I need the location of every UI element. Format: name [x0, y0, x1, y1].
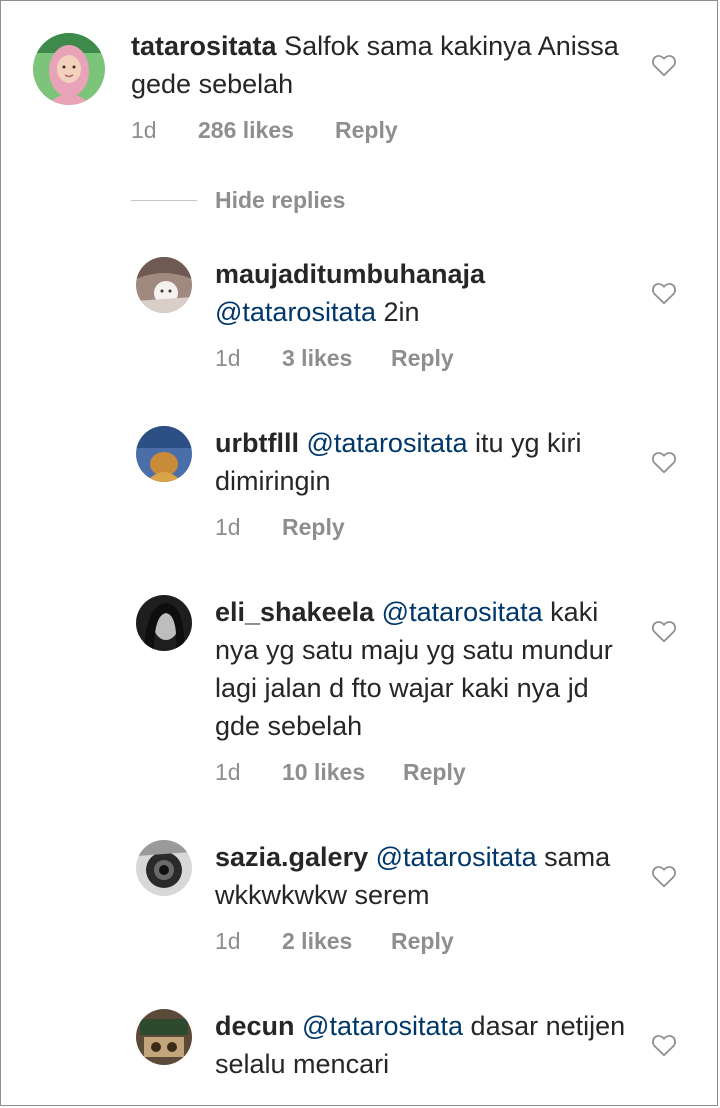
avatar[interactable] — [136, 840, 192, 896]
mention-link[interactable]: @tatarositata — [307, 428, 468, 458]
heart-icon[interactable] — [651, 450, 677, 474]
comment-username[interactable]: sazia.galery — [215, 842, 368, 872]
heart-icon[interactable] — [651, 619, 677, 643]
avatar[interactable] — [136, 426, 192, 482]
comment-body: 2in — [383, 297, 420, 327]
comment-time: 1d — [215, 514, 241, 540]
comment-text: decun @tatarositata dasar netijen selalu… — [215, 1007, 635, 1083]
comment-likes[interactable]: 2 likes — [282, 928, 391, 955]
comment-text: urbtflll @tatarositata itu yg kiri dimir… — [215, 424, 635, 500]
comment-meta: 1d 2 likes Reply — [215, 928, 454, 955]
reply-button[interactable]: Reply — [391, 928, 454, 955]
mention-link[interactable]: @tatarositata — [376, 842, 537, 872]
comment-username[interactable]: decun — [215, 1011, 295, 1041]
comment-username[interactable]: eli_shakeela — [215, 597, 374, 627]
comment-username[interactable]: tatarositata — [131, 31, 277, 61]
reply-button[interactable]: Reply — [335, 117, 398, 144]
avatar[interactable] — [136, 257, 192, 313]
comment-time: 1d — [131, 117, 157, 143]
comment-time: 1d — [215, 759, 241, 785]
comment-text: tatarositata Salfok sama kakinya Anissa … — [131, 27, 631, 103]
comment-username[interactable]: maujaditumbuhanaja — [215, 259, 485, 289]
comment-text: maujaditumbuhanaja @tatarositata 2in — [215, 255, 635, 331]
comment-time: 1d — [215, 345, 241, 371]
reply-button[interactable]: Reply — [282, 514, 345, 541]
divider-line — [131, 200, 197, 201]
comment-time: 1d — [215, 928, 241, 954]
mention-link[interactable]: @tatarositata — [302, 1011, 463, 1041]
comment-likes[interactable]: 286 likes — [198, 117, 335, 144]
comment-text: sazia.galery @tatarositata sama wkkwkwkw… — [215, 838, 635, 914]
comment-likes[interactable]: 3 likes — [282, 345, 391, 372]
mention-link[interactable]: @tatarositata — [215, 297, 376, 327]
heart-icon[interactable] — [651, 281, 677, 305]
mention-link[interactable]: @tatarositata — [382, 597, 543, 627]
comment-username[interactable]: urbtflll — [215, 428, 299, 458]
hide-replies-label[interactable]: Hide replies — [215, 187, 345, 214]
comment-meta: 1d 286 likes Reply — [131, 117, 398, 144]
avatar[interactable] — [136, 1009, 192, 1065]
avatar[interactable] — [136, 595, 192, 651]
heart-icon[interactable] — [651, 1033, 677, 1057]
comment-meta: 1d 3 likes Reply — [215, 345, 454, 372]
heart-icon[interactable] — [651, 864, 677, 888]
comment-meta: 1d 10 likes Reply — [215, 759, 466, 786]
comment-meta: 1d Reply — [215, 514, 345, 541]
comment-text: eli_shakeela @tatarositata kaki nya yg s… — [215, 593, 635, 745]
comment-likes[interactable]: 10 likes — [282, 759, 403, 786]
heart-icon[interactable] — [651, 53, 677, 77]
comments-panel: tatarositata Salfok sama kakinya Anissa … — [0, 0, 718, 1106]
avatar[interactable] — [33, 33, 105, 105]
reply-button[interactable]: Reply — [391, 345, 454, 372]
reply-button[interactable]: Reply — [403, 759, 466, 786]
